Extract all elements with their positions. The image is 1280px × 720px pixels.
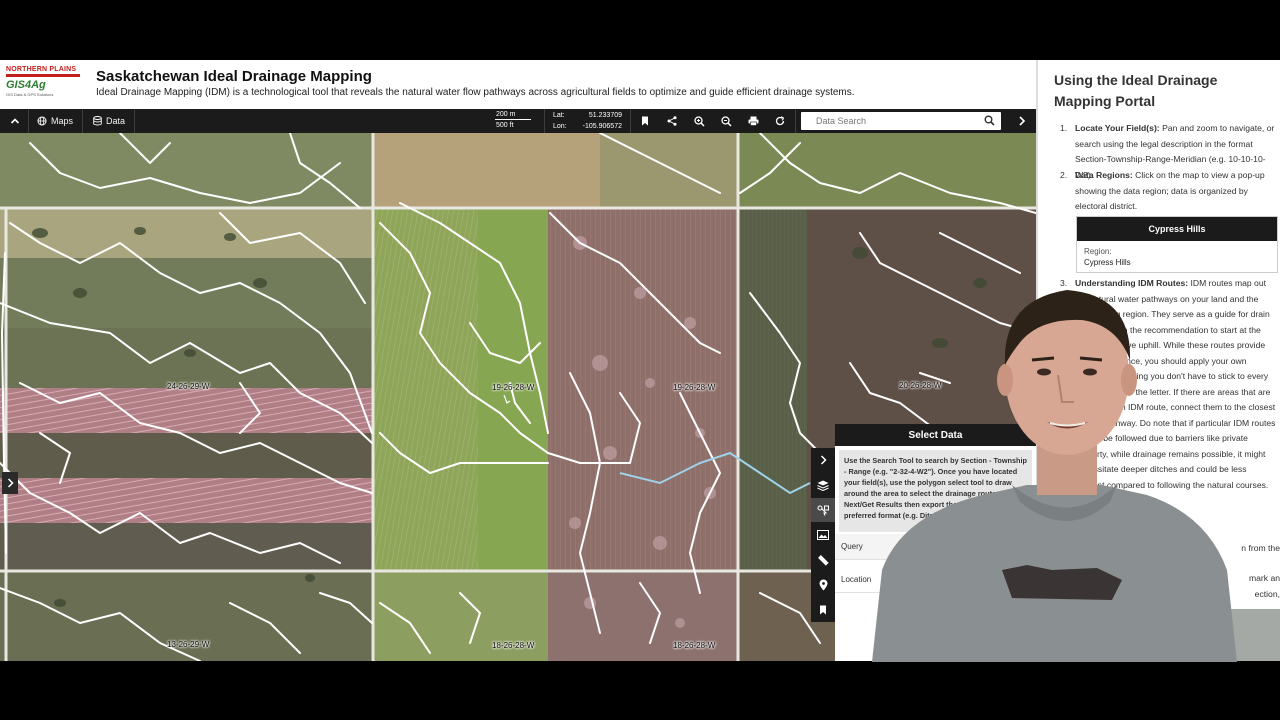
northern-plains-gis4ag-logo: NORTHERN PLAINS GIS4Ag GIS Data & GPS So… (6, 66, 84, 104)
expand-right-panel-button[interactable] (1010, 109, 1034, 133)
zoom-in-button[interactable] (686, 109, 712, 133)
search-icon[interactable] (984, 115, 995, 128)
chevron-right-icon (820, 455, 827, 465)
section-label: 24-26-29-W (167, 382, 210, 391)
select-data-instructions: Use the Search Tool to search by Section… (839, 450, 1032, 532)
zoom-in-icon (693, 115, 705, 127)
help-title: Using the Ideal Drainage Mapping Portal (1054, 72, 1218, 109)
select-data-tool-button[interactable] (811, 498, 835, 522)
scale-bar: 200 m 500 ft (492, 110, 540, 132)
partial-text: n from the (1241, 543, 1280, 553)
query-field[interactable]: Query (835, 534, 1036, 560)
collapse-header-button[interactable] (2, 109, 28, 133)
step-number: 2. (1060, 170, 1068, 180)
image-icon (817, 530, 829, 540)
portal-header: NORTHERN PLAINS GIS4Ag GIS Data & GPS So… (0, 60, 1036, 109)
polygon-select-icon (817, 504, 829, 516)
select-data-title: Select Data (835, 424, 1036, 446)
step-data-regions: Data Regions: Click on the map to view a… (1075, 168, 1278, 215)
lat-value: 51.233709 (588, 112, 622, 119)
measure-button[interactable] (811, 548, 835, 572)
layers-button[interactable] (811, 473, 835, 497)
cursor-coordinates: Lat: 51.233709 Lon: -105.906572 (548, 110, 626, 132)
bookmark-icon (820, 605, 826, 615)
bookmark-button[interactable] (632, 109, 658, 133)
partial-text: ection, (1254, 589, 1280, 599)
logo-red-bar (6, 74, 80, 77)
place-marker-button[interactable] (811, 573, 835, 597)
popup-region-value: Cypress Hills (1084, 258, 1131, 267)
ruler-icon (818, 555, 829, 566)
open-left-panel-button[interactable] (2, 472, 18, 494)
section-label: 18-26-28-W (673, 641, 716, 650)
lat-label: Lat: (553, 112, 565, 119)
bookmark-icon (642, 116, 648, 126)
page-subtitle: Ideal Drainage Mapping (IDM) is a techno… (96, 87, 855, 98)
lon-label: Lon: (553, 123, 567, 130)
step-number: 3. (1060, 278, 1068, 288)
page-title: Saskatchewan Ideal Drainage Mapping (96, 68, 372, 85)
example-region-popup: Cypress Hills Region: Cypress Hills (1076, 216, 1278, 273)
idm-portal-app: NORTHERN PLAINS GIS4Ag GIS Data & GPS So… (0, 60, 1036, 661)
step-heading: Understanding IDM Routes: (1075, 278, 1189, 288)
select-data-panel: Select Data Use the Search Tool to searc… (835, 424, 1036, 661)
map-pin-icon (819, 579, 827, 591)
reset-button[interactable]: Reset (889, 608, 955, 628)
get-results-button[interactable]: Get Results (963, 608, 1029, 628)
logo-line-2: GIS4Ag (6, 79, 46, 91)
section-label: 20-26-28-W (899, 381, 942, 390)
maps-menu-label: Maps (50, 116, 73, 126)
chevron-up-icon (10, 118, 20, 124)
maps-menu-button[interactable]: Maps (30, 109, 80, 133)
data-search-box (801, 112, 1001, 130)
section-label: 19-26-28-W (492, 383, 535, 392)
step-text: IDM routes map out the natural water pat… (1075, 278, 1276, 490)
basemap-button[interactable] (811, 523, 835, 547)
globe-icon (37, 116, 47, 126)
help-panel: Using the Ideal Drainage Mapping Portal … (1036, 60, 1280, 661)
section-label: 19-26-28-W (673, 383, 716, 392)
section-label: 18-26-28-W (492, 641, 535, 650)
location-label: Location (841, 575, 872, 584)
chevron-right-icon (7, 478, 14, 488)
zoom-out-button[interactable] (713, 109, 739, 133)
logo-line-1: NORTHERN PLAINS (6, 66, 77, 73)
collapse-tools-button[interactable] (811, 448, 835, 472)
map-toolbar: Maps Data 200 m 500 ft Lat: 51.233709 Lo… (0, 109, 1036, 133)
partial-text: mark an (1248, 573, 1280, 583)
print-button[interactable] (740, 109, 766, 133)
data-search-input[interactable] (801, 112, 971, 130)
example-map-thumbnail (1093, 609, 1280, 661)
share-icon (667, 116, 677, 126)
scale-metric: 200 m (496, 111, 516, 118)
step-heading: Data Regions: (1075, 170, 1133, 180)
step-understanding-routes: Understanding IDM Routes: IDM routes map… (1075, 276, 1278, 534)
logo-line-3: GIS Data & GPS Solutions (6, 92, 54, 97)
zoom-out-icon (720, 115, 732, 127)
data-menu-button[interactable]: Data (86, 109, 132, 133)
step-number: 1. (1060, 123, 1068, 133)
saved-bookmarks-button[interactable] (811, 598, 835, 622)
section-label: 13-26-29-W (167, 640, 210, 649)
map-tools-rail (811, 448, 835, 622)
scale-imperial: 500 ft (496, 122, 514, 129)
data-menu-label: Data (105, 116, 125, 126)
location-field[interactable]: Location (835, 567, 1036, 593)
database-icon (93, 116, 102, 126)
refresh-icon (775, 116, 785, 126)
share-button[interactable] (659, 109, 685, 133)
print-icon (748, 116, 758, 126)
popup-title: Cypress Hills (1077, 217, 1277, 241)
chevron-right-icon (1019, 116, 1026, 126)
video-letterbox-top (0, 0, 1280, 60)
popup-region-label: Region: (1084, 247, 1112, 256)
lon-value: -105.906572 (582, 123, 622, 130)
video-letterbox-bottom (0, 661, 1280, 720)
layers-icon (817, 480, 829, 491)
refresh-button[interactable] (767, 109, 793, 133)
step-heading: Locate Your Field(s): (1075, 123, 1160, 133)
query-label: Query (841, 542, 863, 551)
